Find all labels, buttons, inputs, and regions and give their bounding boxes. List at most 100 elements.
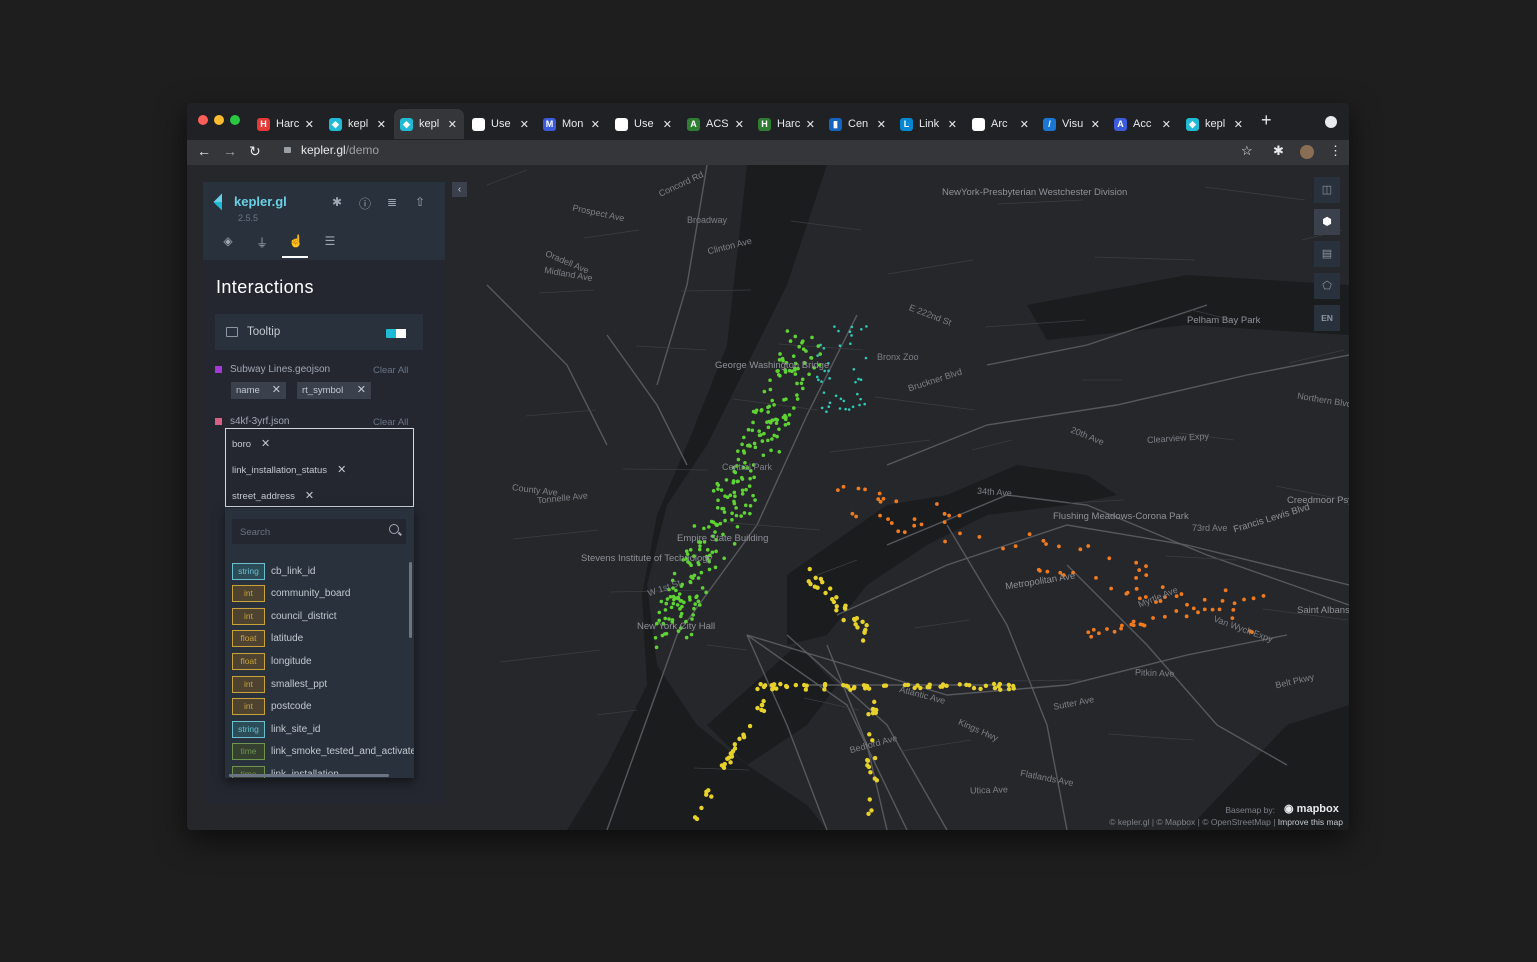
panel-header: kepler.gl 2.5.5 ✱ ⓘ ≣ ⇧ ◈ ⏚ ☝ ☰ [203,182,445,260]
maximize-window-button[interactable] [230,115,240,125]
browser-menu-icon[interactable]: ⋮ [1329,143,1342,159]
info-icon[interactable]: ⓘ [358,195,372,211]
link-kiosk-point [1045,569,1050,574]
remove-chip-icon[interactable]: ✕ [272,382,281,399]
tab-close-icon[interactable]: ✕ [1091,118,1100,131]
tab-close-icon[interactable]: ✕ [305,118,314,131]
legend-icon[interactable]: ▤ [1314,241,1340,267]
tab-close-icon[interactable]: ✕ [1020,118,1029,131]
field-option[interactable]: string link_site_id [232,720,320,738]
reload-button[interactable]: ↻ [249,143,261,160]
link-kiosk-point [1125,590,1130,595]
remove-chip-icon[interactable]: ✕ [337,464,346,476]
link-kiosk-point [854,615,860,621]
close-window-button[interactable] [198,115,208,125]
tab-close-icon[interactable]: ✕ [1234,118,1243,131]
extensions-icon[interactable]: ✱ [1273,143,1284,159]
link-kiosk-point [751,409,756,414]
tab-use[interactable]: Use ✕ [466,109,536,139]
forward-button[interactable]: → [223,143,237,159]
address-bar[interactable]: kepler.gl/demo [301,143,379,157]
selected-fields-box[interactable]: boro ✕ link_installation_status ✕ street_a… [225,428,414,507]
share-icon[interactable]: ⇧ [413,195,427,209]
clear-all-button[interactable]: Clear All [373,365,408,376]
link-kiosk-point [733,494,737,498]
link-kiosk-point [662,632,667,636]
filters-tab-icon[interactable]: ⏚ [254,234,270,250]
remove-chip-icon[interactable]: ✕ [305,490,314,502]
field-option[interactable]: time link_smoke_tested_and_activated [232,743,414,761]
horizontal-scrollbar[interactable] [229,774,389,777]
tab-arc[interactable]: Arc ✕ [966,109,1036,139]
tab-close-icon[interactable]: ✕ [948,118,957,131]
link-kiosk-point [852,367,856,371]
language-button[interactable]: EN [1314,305,1340,331]
tooltip-toggle[interactable] [386,329,406,338]
search-input[interactable] [232,519,392,546]
tab-kepl[interactable]: ◆ kepl ✕ [394,109,464,139]
avatar[interactable] [1300,145,1314,159]
link-kiosk-point [793,372,798,376]
link-kiosk-point [744,487,748,492]
tab-label: Use [634,118,654,130]
tab-harc[interactable]: H Harc ✕ [752,109,822,139]
split-map-icon[interactable]: ◫ [1314,177,1340,203]
tab-close-icon[interactable]: ✕ [735,118,744,131]
link-kiosk-point [834,608,839,613]
mapbox-logo[interactable]: ◉ mapbox [1284,802,1339,815]
tab-close-icon[interactable]: ✕ [520,118,529,131]
clear-all-button[interactable]: Clear All [373,417,408,428]
link-kiosk-point [845,684,851,689]
remove-chip-icon[interactable]: ✕ [261,438,270,450]
map-canvas[interactable]: Concord Rd Prospect Ave Broadway Clinton Av… [187,165,1349,830]
tab-use[interactable]: Use ✕ [609,109,679,139]
link-kiosk-point [773,417,778,422]
link-kiosk-point [1109,586,1114,591]
3d-view-icon[interactable]: ⬢ [1314,209,1340,235]
tab-close-icon[interactable]: ✕ [377,118,386,131]
bookmark-star-icon[interactable]: ☆ [1241,143,1253,159]
layers-tab-icon[interactable]: ◈ [220,234,236,250]
link-kiosk-point [1086,544,1091,548]
tab-mon[interactable]: M Mon ✕ [537,109,607,139]
field-option[interactable]: float longitude [232,652,312,670]
tab-harc[interactable]: H Harc ✕ [251,109,321,139]
tab-kepl[interactable]: ◆ kepl ✕ [1180,109,1250,139]
basemap-tab-icon[interactable]: ☰ [322,234,338,250]
collapse-panel-button[interactable]: ‹ [452,182,467,197]
tab-close-icon[interactable]: ✕ [448,118,457,131]
remove-chip-icon[interactable]: ✕ [357,382,366,399]
tab-cen[interactable]: ▮ Cen ✕ [823,109,893,139]
field-option[interactable]: int smallest_ppt [232,675,327,693]
link-kiosk-point [774,421,779,425]
bug-icon[interactable]: ✱ [330,195,344,209]
minimize-window-button[interactable] [214,115,224,125]
tab-close-icon[interactable]: ✕ [591,118,600,131]
field-option[interactable]: int council_district [232,607,337,625]
link-kiosk-point [856,392,859,396]
attribution-text[interactable]: © kepler.gl | © Mapbox | © OpenStreetMap… [1109,817,1275,827]
improve-map-link[interactable]: Improve this map [1278,817,1343,827]
tab-kepl[interactable]: ◆ kepl ✕ [323,109,393,139]
back-button[interactable]: ← [197,143,211,159]
tab-close-icon[interactable]: ✕ [1162,118,1171,131]
kepler-logo-icon [213,193,231,210]
field-option[interactable]: string cb_link_id [232,562,315,580]
database-icon[interactable]: ≣ [385,195,399,209]
field-option[interactable]: int community_board [232,585,350,603]
tab-close-icon[interactable]: ✕ [877,118,886,131]
interactions-tab-icon[interactable]: ☝ [288,234,304,250]
tab-search-icon[interactable] [1325,116,1337,128]
vertical-scrollbar[interactable] [409,562,412,638]
draw-icon[interactable]: ⬠ [1314,273,1340,299]
tab-visu[interactable]: / Visu ✕ [1037,109,1107,139]
new-tab-button[interactable]: + [1261,110,1272,131]
tab-acc[interactable]: A Acc ✕ [1108,109,1178,139]
tab-acs[interactable]: A ACS ✕ [681,109,751,139]
field-option[interactable]: float latitude [232,630,303,648]
field-option[interactable]: int postcode [232,698,312,716]
tab-close-icon[interactable]: ✕ [806,118,815,131]
tab-close-icon[interactable]: ✕ [663,118,672,131]
side-panel: kepler.gl 2.5.5 ✱ ⓘ ≣ ⇧ ◈ ⏚ ☝ ☰ Interact… [203,182,445,805]
tab-link[interactable]: L Link ✕ [894,109,964,139]
